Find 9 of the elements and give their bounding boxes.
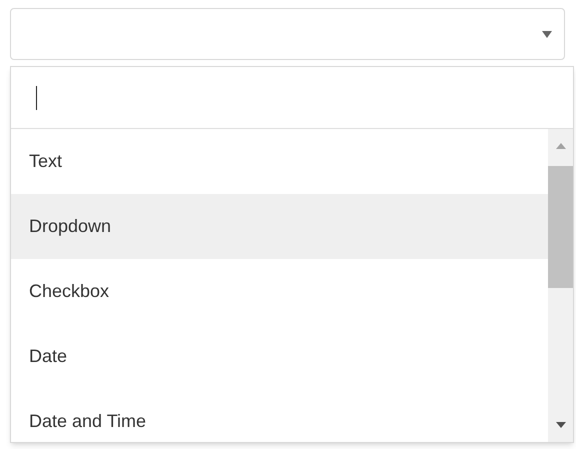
scrollbar-thumb[interactable] bbox=[548, 166, 573, 288]
option-item[interactable]: Date and Time bbox=[11, 389, 548, 442]
select-field[interactable] bbox=[10, 8, 565, 60]
text-cursor bbox=[36, 86, 37, 110]
scroll-down-icon[interactable] bbox=[556, 422, 566, 428]
scrollbar[interactable] bbox=[548, 129, 573, 442]
caret-icon bbox=[542, 30, 552, 38]
scroll-up-icon[interactable] bbox=[556, 143, 566, 149]
option-item[interactable]: Dropdown bbox=[11, 194, 548, 259]
